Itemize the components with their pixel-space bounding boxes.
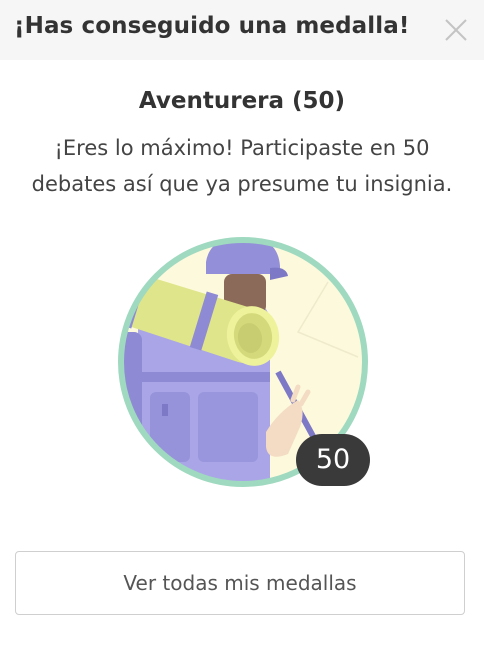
close-icon[interactable]	[442, 16, 470, 44]
badge-count-label: 50	[296, 434, 370, 486]
modal-header: ¡Has conseguido una medalla!	[0, 0, 484, 60]
view-all-badges-button[interactable]: Ver todas mis medallas	[15, 551, 465, 615]
modal-title: ¡Has conseguido una medalla!	[14, 13, 410, 39]
badge-name: Aventurera (50)	[138, 88, 346, 114]
badge-earned-modal: ¡Has conseguido una medalla! Aventurera …	[0, 0, 484, 650]
badge-description: ¡Eres lo máximo! Participaste en 50 deba…	[31, 136, 453, 196]
